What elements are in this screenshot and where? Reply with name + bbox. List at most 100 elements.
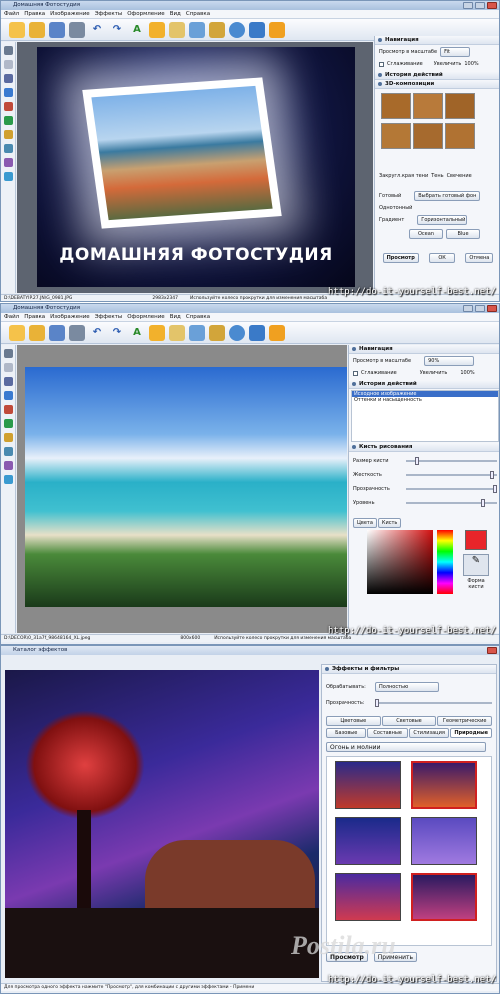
zoom-select[interactable]: 90% bbox=[424, 356, 475, 366]
print-icon[interactable] bbox=[69, 324, 85, 341]
navigation-header[interactable]: Навигация bbox=[375, 36, 499, 45]
crop-icon[interactable] bbox=[209, 324, 225, 341]
menu-decor[interactable]: Оформление bbox=[127, 314, 165, 320]
drop-tool-icon[interactable] bbox=[3, 391, 13, 400]
brush-tool-icon[interactable] bbox=[3, 405, 13, 414]
minimize-button[interactable] bbox=[463, 2, 473, 9]
drop-tool-icon[interactable] bbox=[3, 88, 13, 97]
brush-shape-icon[interactable]: ✎ bbox=[463, 554, 489, 576]
color1-select[interactable]: Ocean bbox=[409, 229, 443, 239]
menu-help[interactable]: Справка bbox=[186, 11, 210, 17]
gallery-icon[interactable] bbox=[29, 324, 45, 341]
round-shadow-label[interactable]: Закругл.края тени bbox=[379, 173, 428, 179]
menu-help[interactable]: Справка bbox=[186, 314, 210, 320]
history-item[interactable]: Оттенки и насыщенность bbox=[352, 397, 498, 403]
color-gradient-square[interactable] bbox=[367, 530, 433, 594]
undo-icon[interactable]: ↶ bbox=[89, 325, 105, 341]
frame-icon[interactable] bbox=[169, 324, 185, 341]
texture-radio[interactable]: Однотонный bbox=[379, 205, 412, 211]
smooth-checkbox[interactable] bbox=[353, 370, 358, 376]
menu-effects[interactable]: Эффекты bbox=[95, 11, 123, 17]
history-header[interactable]: История действий bbox=[375, 71, 499, 80]
ready-radio[interactable]: Готовый bbox=[379, 193, 401, 199]
brush-header[interactable]: Кисть рисования bbox=[349, 443, 499, 452]
close-button[interactable] bbox=[487, 2, 497, 9]
composition-thumb[interactable] bbox=[381, 93, 411, 119]
select-background-button[interactable]: Выбрать готовый фон bbox=[414, 191, 481, 201]
menu-file[interactable]: Файл bbox=[4, 11, 19, 17]
redo-icon[interactable]: ↷ bbox=[109, 22, 125, 38]
maximize-button[interactable] bbox=[475, 305, 485, 312]
save-icon[interactable] bbox=[49, 21, 65, 38]
select-tool-icon[interactable] bbox=[3, 60, 13, 69]
zoom-select[interactable]: Fit bbox=[440, 47, 471, 57]
gallery-icon[interactable] bbox=[29, 21, 45, 38]
tab-basic-effects[interactable]: Базовые bbox=[326, 728, 367, 738]
pointer-tool-icon[interactable] bbox=[3, 349, 13, 358]
brush-tool-icon[interactable] bbox=[3, 102, 13, 111]
save-icon[interactable] bbox=[49, 324, 65, 341]
navigation-header[interactable]: Навигация bbox=[349, 345, 499, 354]
brush-size-slider[interactable] bbox=[406, 457, 497, 465]
magic-tool-icon[interactable] bbox=[3, 461, 13, 470]
close-button[interactable] bbox=[487, 305, 497, 312]
preview-button[interactable]: Просмотр bbox=[382, 253, 419, 263]
effect-thumb-selected[interactable] bbox=[411, 761, 477, 809]
menu-file[interactable]: Файл bbox=[4, 314, 19, 320]
magic-tool-icon[interactable] bbox=[3, 158, 13, 167]
text-icon[interactable]: A bbox=[129, 325, 145, 341]
text-icon[interactable]: A bbox=[129, 22, 145, 38]
redo-icon[interactable]: ↷ bbox=[109, 325, 125, 341]
open-folder-icon[interactable] bbox=[9, 324, 25, 341]
current-color-swatch[interactable] bbox=[465, 530, 487, 550]
3d-compositions-header[interactable]: 3D-композиции bbox=[375, 80, 499, 89]
fill-tool-icon[interactable] bbox=[3, 130, 13, 139]
effects-header[interactable]: Эффекты и фильтры bbox=[322, 665, 496, 674]
composition-thumb[interactable] bbox=[381, 123, 411, 149]
brush-opacity-slider[interactable] bbox=[406, 485, 498, 493]
effect-thumb[interactable] bbox=[335, 817, 401, 865]
tab-light-effects[interactable]: Световые bbox=[381, 716, 437, 726]
info-icon[interactable] bbox=[249, 21, 265, 38]
gradient-radio[interactable]: Градиент bbox=[379, 217, 404, 223]
frame-icon[interactable] bbox=[169, 21, 185, 38]
menu-view[interactable]: Вид bbox=[170, 11, 181, 17]
color2-select[interactable]: Blue bbox=[446, 229, 480, 239]
category-select[interactable]: Огонь и молнии bbox=[326, 742, 486, 752]
undo-icon[interactable]: ↶ bbox=[89, 22, 105, 38]
crop-icon[interactable] bbox=[209, 21, 225, 38]
select-tool-icon[interactable] bbox=[3, 363, 13, 372]
text-tool-icon[interactable] bbox=[3, 377, 13, 386]
tab-brush[interactable]: Кисть bbox=[377, 518, 402, 528]
help-icon[interactable] bbox=[229, 324, 245, 341]
tab-composite-effects[interactable]: Составные bbox=[367, 728, 408, 738]
tab-stylize-effects[interactable]: Стилизация bbox=[408, 728, 450, 738]
tab-geometric-effects[interactable]: Геометрические bbox=[437, 716, 493, 726]
image-icon[interactable] bbox=[189, 324, 205, 341]
effect-thumb[interactable] bbox=[335, 873, 401, 921]
composition-thumb[interactable] bbox=[413, 93, 443, 119]
maximize-button[interactable] bbox=[475, 2, 485, 9]
menu-image[interactable]: Изображение bbox=[50, 314, 90, 320]
menu-decor[interactable]: Оформление bbox=[127, 11, 165, 17]
fill-tool-icon[interactable] bbox=[3, 433, 13, 442]
eraser-tool-icon[interactable] bbox=[3, 419, 13, 428]
effect-thumb[interactable] bbox=[411, 817, 477, 865]
zoom-tool-icon[interactable] bbox=[3, 172, 13, 181]
tab-nature-effects[interactable]: Природные bbox=[450, 728, 492, 738]
exit-icon[interactable] bbox=[269, 324, 285, 341]
effect-thumb[interactable] bbox=[411, 873, 477, 921]
menu-image[interactable]: Изображение bbox=[50, 11, 90, 17]
menu-effects[interactable]: Эффекты bbox=[95, 314, 123, 320]
effect-thumb[interactable] bbox=[335, 761, 401, 809]
palette-icon[interactable] bbox=[149, 21, 165, 38]
zoom-tool-icon[interactable] bbox=[3, 475, 13, 484]
help-icon[interactable] bbox=[229, 21, 245, 38]
tab-colors[interactable]: Цвета bbox=[353, 518, 377, 528]
hue-strip[interactable] bbox=[437, 530, 453, 594]
smooth-checkbox[interactable] bbox=[379, 61, 384, 67]
cancel-button[interactable]: Отмена bbox=[465, 253, 494, 263]
glow-label[interactable]: Свечение bbox=[447, 173, 472, 179]
eraser-tool-icon[interactable] bbox=[3, 116, 13, 125]
tab-color-effects[interactable]: Цветовые bbox=[326, 716, 381, 726]
